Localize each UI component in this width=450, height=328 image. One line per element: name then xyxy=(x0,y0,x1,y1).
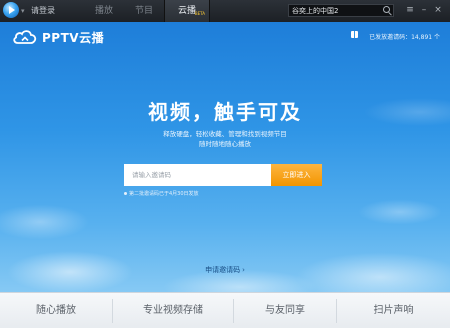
invite-count: 已发放邀请码：14,891 个 xyxy=(369,34,440,41)
brand-title: PPTV云播 xyxy=(42,31,105,45)
tab-cloud-play-label: 云播 xyxy=(177,6,196,16)
cloud-play-panel: PPTV云播 已发放邀请码：14,891 个 视频，触手可及 释放硬盘，轻松收藏… xyxy=(0,22,450,292)
invite-code-input[interactable]: 请输入邀请码 xyxy=(124,164,271,186)
title-bar: ▾ 请登录 播放 节目 云播 BETA 谷奕上的中国2 ≡ – × xyxy=(0,0,450,23)
close-icon[interactable]: × xyxy=(433,5,443,15)
chevron-right-icon: › xyxy=(242,266,245,274)
tab-play[interactable]: 播放 xyxy=(84,0,124,22)
minimize-icon[interactable]: – xyxy=(419,5,429,15)
feature-scan[interactable]: 扫片声响 xyxy=(337,293,450,328)
enter-now-button[interactable]: 立即进入 xyxy=(271,164,322,186)
tab-programs[interactable]: 节目 xyxy=(124,0,164,22)
pptv-logo-icon[interactable] xyxy=(3,2,19,18)
feature-storage[interactable]: 专业视频存储 xyxy=(113,293,233,328)
feature-bar: 随心播放 专业视频存储 与友同享 扫片声响 xyxy=(0,292,450,328)
login-link[interactable]: 请登录 xyxy=(31,5,55,16)
feature-play[interactable]: 随心播放 xyxy=(0,293,112,328)
search-icon[interactable] xyxy=(383,6,390,13)
pptv-cloud-logo: PPTV云播 xyxy=(12,28,122,46)
invite-note: 第二批邀请码已于4月30日发放 xyxy=(129,191,199,197)
feature-share[interactable]: 与友同享 xyxy=(234,293,336,328)
cloud-icon xyxy=(13,30,37,44)
subline-1: 释放硬盘，轻松收藏、管理和找到视频节目 xyxy=(163,130,287,138)
apply-invite-link[interactable]: 申请邀请码 › xyxy=(0,265,450,275)
headline: 视频，触手可及 xyxy=(148,100,302,124)
search-input[interactable]: 谷奕上的中国2 xyxy=(288,4,394,17)
subline-2: 随时随地随心播放 xyxy=(199,140,251,148)
tab-cloud-play[interactable]: 云播 BETA xyxy=(164,0,210,22)
gift-icon xyxy=(351,31,358,38)
apply-invite-label: 申请邀请码 xyxy=(205,266,241,274)
dropdown-arrow-icon[interactable]: ▾ xyxy=(21,7,25,15)
pptv-window: ▾ 请登录 播放 节目 云播 BETA 谷奕上的中国2 ≡ – × PPTV云播… xyxy=(0,0,450,328)
bullet-icon xyxy=(124,192,127,195)
menu-icon[interactable]: ≡ xyxy=(405,5,415,15)
